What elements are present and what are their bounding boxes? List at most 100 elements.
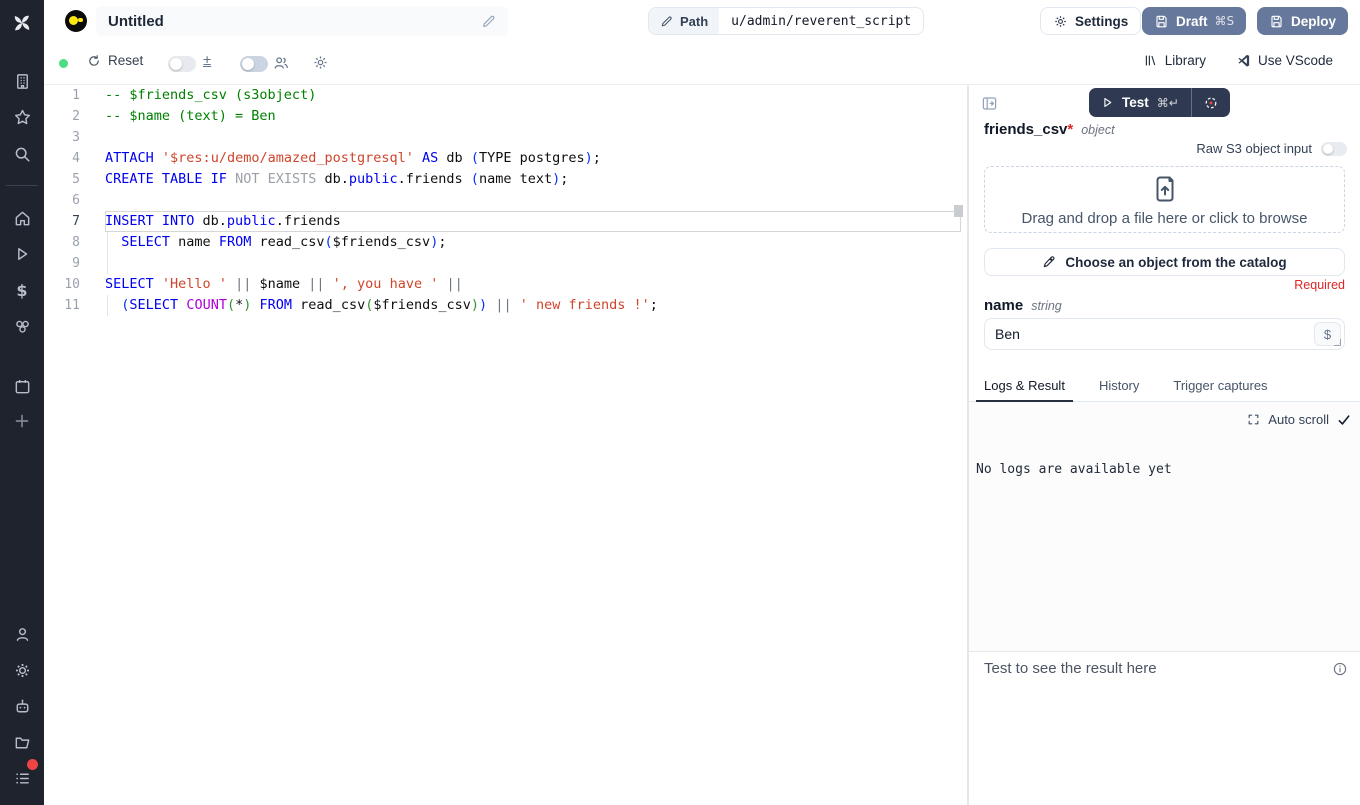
path-edit-button[interactable]: Path [649, 8, 719, 34]
collapse-panel-icon[interactable] [981, 95, 998, 112]
folder-icon[interactable] [0, 727, 44, 757]
test-shortcut: ⌘↵ [1157, 96, 1179, 110]
line-number: 10 [44, 274, 105, 295]
multiplayer-toggle[interactable] [240, 56, 268, 72]
windmill-logo-icon[interactable] [0, 8, 44, 38]
tab-trigger-captures[interactable]: Trigger captures [1173, 378, 1267, 401]
draft-button[interactable]: Draft ⌘S [1142, 7, 1246, 35]
file-upload-icon [1149, 173, 1181, 205]
status-dot [59, 59, 68, 68]
code-line[interactable]: 10SELECT 'Hello ' || $name || ', you hav… [44, 274, 967, 295]
code-line[interactable]: 8 SELECT name FROM read_csv($friends_csv… [44, 232, 967, 253]
required-label: Required [1294, 278, 1345, 292]
notification-badge [27, 759, 38, 770]
variables-dollar-icon[interactable]: $ [0, 275, 44, 305]
duckdb-language-icon [65, 10, 87, 32]
line-number: 8 [44, 232, 105, 253]
schedules-calendar-icon[interactable] [0, 371, 44, 401]
field-type: object [1081, 123, 1114, 137]
user-person-icon[interactable] [0, 619, 44, 649]
resources-icon[interactable] [0, 311, 44, 341]
code-line[interactable]: 11 (SELECT COUNT(*) FROM read_csv($frien… [44, 295, 967, 316]
play-icon [1101, 96, 1114, 109]
tab-logs-result[interactable]: Logs & Result [984, 378, 1065, 401]
path-value[interactable]: u/admin/reverent_script [719, 8, 923, 34]
test-button[interactable]: Test ⌘↵ [1089, 88, 1230, 117]
settings-gear-icon[interactable] [0, 655, 44, 685]
line-number: 6 [44, 190, 105, 211]
tab-history[interactable]: History [1099, 378, 1139, 401]
plus-minus-icon: ± [203, 52, 211, 69]
code-line[interactable]: 1-- $friends_csv (s3object) [44, 85, 967, 106]
home-icon[interactable] [0, 203, 44, 233]
line-number: 9 [44, 253, 105, 274]
code-text: -- $name (text) = Ben [105, 106, 276, 127]
runs-play-icon[interactable] [0, 239, 44, 269]
add-plus-icon[interactable] [0, 406, 44, 436]
editor-scrollbar-marker[interactable] [954, 205, 963, 217]
script-title[interactable]: Untitled [108, 13, 481, 30]
code-text: ATTACH '$res:u/demo/amazed_postgresql' A… [105, 148, 601, 169]
code-line[interactable]: 4ATTACH '$res:u/demo/amazed_postgresql' … [44, 148, 967, 169]
expand-icon[interactable] [1247, 413, 1260, 426]
name-input[interactable] [985, 319, 1305, 349]
building-icon[interactable] [0, 66, 44, 96]
code-line[interactable]: 5CREATE TABLE IF NOT EXISTS db.public.fr… [44, 169, 967, 190]
code-editor[interactable]: 1-- $friends_csv (s3object)2-- $name (te… [44, 85, 967, 805]
field-type: string [1031, 299, 1062, 313]
search-icon[interactable] [0, 139, 44, 169]
result-placeholder: Test to see the result here [984, 660, 1157, 677]
left-sidebar: $ [0, 0, 44, 805]
raw-s3-row: Raw S3 object input [1196, 141, 1347, 156]
file-dropzone[interactable]: Drag and drop a file here or click to br… [984, 166, 1345, 233]
code-line[interactable]: 3 [44, 127, 967, 148]
pencil-icon [660, 15, 673, 28]
settings-button[interactable]: Settings [1040, 7, 1141, 35]
use-vscode-label: Use VScode [1258, 53, 1333, 68]
library-button[interactable]: Library [1143, 53, 1206, 68]
logs-empty-message: No logs are available yet [976, 462, 1172, 477]
checkmark-icon[interactable] [1337, 413, 1351, 427]
logs-area: Auto scroll No logs are available yet [969, 402, 1360, 651]
code-line[interactable]: 6 [44, 190, 967, 211]
test-label: Test [1122, 95, 1149, 110]
code-line[interactable]: 2-- $name (text) = Ben [44, 106, 967, 127]
info-icon[interactable] [1332, 661, 1348, 677]
robot-icon[interactable] [0, 691, 44, 721]
draft-shortcut: ⌘S [1215, 14, 1235, 28]
field-friends-csv-header: friends_csv* object [984, 121, 1115, 138]
raw-s3-toggle[interactable] [1321, 142, 1347, 156]
people-icon [272, 54, 290, 72]
code-text: (SELECT COUNT(*) FROM read_csv($friends_… [105, 295, 658, 316]
draft-label: Draft [1176, 14, 1208, 29]
auto-scroll-control[interactable]: Auto scroll [1247, 412, 1351, 427]
diff-toggle[interactable] [168, 56, 196, 72]
capture-crosshair-icon[interactable] [1192, 95, 1230, 111]
use-vscode-button[interactable]: Use VScode [1236, 53, 1333, 68]
code-text: INSERT INTO db.public.friends [105, 211, 341, 232]
auto-scroll-label: Auto scroll [1268, 412, 1329, 427]
deploy-button[interactable]: Deploy [1257, 7, 1348, 35]
choose-object-label: Choose an object from the catalog [1065, 255, 1286, 270]
code-line[interactable]: 7INSERT INTO db.public.friends [44, 211, 967, 232]
resize-handle[interactable] [1334, 339, 1341, 346]
edit-title-pencil-icon[interactable] [481, 14, 496, 29]
dropzone-label: Drag and drop a file here or click to br… [1022, 210, 1308, 227]
required-asterisk: * [1067, 121, 1073, 138]
path-group[interactable]: Path u/admin/reverent_script [648, 7, 924, 35]
settings-label: Settings [1075, 14, 1128, 29]
code-line[interactable]: 9 [44, 253, 967, 274]
script-title-box[interactable]: Untitled [96, 6, 508, 36]
audit-list-icon[interactable] [0, 763, 44, 793]
gear-icon [1053, 14, 1068, 29]
code-text: SELECT 'Hello ' || $name || ', you have … [105, 274, 463, 295]
star-icon[interactable] [0, 102, 44, 132]
code-text: SELECT name FROM read_csv($friends_csv); [105, 232, 446, 253]
save-icon [1154, 14, 1169, 29]
choose-object-button[interactable]: Choose an object from the catalog [984, 248, 1345, 276]
name-input-wrapper: $ [984, 318, 1345, 350]
reset-button[interactable]: Reset [87, 53, 143, 68]
top-bar: Untitled Path u/admin/reverent_script Se… [44, 0, 1360, 42]
editor-settings-gear-icon[interactable] [312, 54, 329, 71]
line-number: 4 [44, 148, 105, 169]
